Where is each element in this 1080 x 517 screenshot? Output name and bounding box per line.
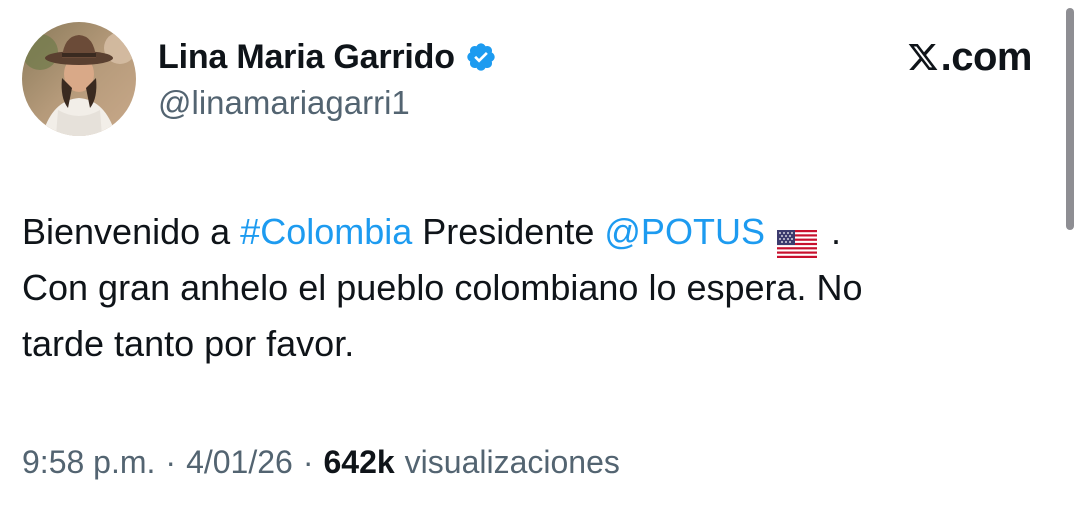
author-handle[interactable]: @linamariagarri1 (158, 84, 410, 122)
mention-link[interactable]: @POTUS (604, 211, 765, 252)
avatar[interactable] (22, 22, 136, 136)
tweet-text-segment: Bienvenido a (22, 211, 241, 252)
views-count[interactable]: 642k (323, 444, 394, 481)
tweet-time[interactable]: 9:58 p.m. (22, 444, 155, 481)
tweet-text: Bienvenido a #Colombia Presidente @POTUS (22, 204, 1052, 372)
tweet-date[interactable]: 4/01/26 (186, 444, 293, 481)
tweet-line-3: tarde tanto por favor. (22, 323, 355, 364)
tweet-text-segment: . (820, 211, 841, 252)
scrollbar[interactable] (1066, 8, 1074, 230)
tweet-meta: 9:58 p.m. · 4/01/26 · 642k visualizacion… (22, 444, 620, 481)
verified-badge-icon (465, 41, 497, 73)
avatar-image (22, 22, 136, 136)
x-logo-icon (907, 41, 939, 73)
views-label: visualizaciones (404, 444, 620, 480)
author-name-row[interactable]: Lina Maria Garrido (158, 34, 497, 80)
meta-separator: · (165, 444, 177, 480)
tweet-line-1: Bienvenido a #Colombia Presidente @POTUS (22, 204, 1052, 260)
hashtag-link[interactable]: #Colombia (240, 211, 412, 252)
tweet-line-2: Con gran anhelo el pueblo colombiano lo … (22, 267, 863, 308)
meta-separator: · (302, 444, 314, 480)
tweet-card: Lina Maria Garrido @linamariagarri1 .com… (0, 0, 1080, 517)
brand-suffix: .com (940, 34, 1033, 79)
author-display-name[interactable]: Lina Maria Garrido (158, 38, 455, 77)
brand-watermark: .com (907, 34, 1033, 80)
tweet-text-segment: Presidente (412, 211, 605, 252)
us-flag-icon (776, 218, 817, 259)
